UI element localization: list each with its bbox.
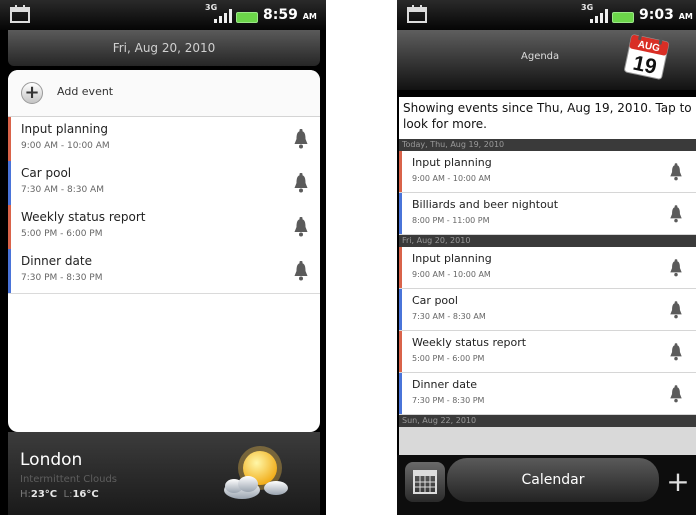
weather-low: 16°C (72, 489, 99, 500)
event-time: 9:00 AM - 10:00 AM (412, 174, 491, 183)
phone-screen-calendar-day: 3G 8:59 AM Fri, Aug 20, 2010 + Add event… (0, 0, 326, 515)
section-header-thu: Today, Thu, Aug 19, 2010 (399, 139, 696, 151)
battery-icon (612, 12, 634, 23)
weather-widget[interactable]: London Intermittent Clouds H:23°C L:16°C (8, 432, 320, 515)
day-event-list: + Add event Input planning 9:00 AM - 10:0… (8, 70, 320, 432)
date-header[interactable]: Fri, Aug 20, 2010 (8, 30, 320, 66)
calendar-notification-icon (10, 5, 30, 23)
event-color-bar (8, 205, 11, 249)
reminder-bell-icon (670, 343, 682, 361)
event-row[interactable]: Input planning 9:00 AM - 10:00 AM (8, 117, 320, 162)
event-title: Car pool (21, 166, 72, 180)
add-event-button[interactable]: + Add event (8, 70, 320, 118)
event-time: 7:30 AM - 8:30 AM (21, 185, 104, 195)
event-color-bar (8, 117, 11, 161)
section-header-sun: Sun, Aug 22, 2010 (399, 415, 696, 427)
status-clock: 9:03 AM (639, 7, 693, 23)
agenda-list: Showing events since Thu, Aug 19, 2010. … (399, 97, 696, 457)
reminder-bell-icon (670, 385, 682, 403)
event-time: 9:00 AM - 10:00 AM (21, 141, 110, 151)
event-time: 9:00 AM - 10:00 AM (412, 270, 491, 279)
event-color-bar (399, 289, 402, 330)
agenda-header: Agenda AUG 19 (397, 30, 696, 90)
reminder-bell-icon (294, 173, 308, 193)
agenda-event-row[interactable]: Input planning 9:00 AM - 10:00 AM (399, 247, 696, 289)
status-bar: 3G 8:59 AM (0, 0, 326, 30)
agenda-event-row[interactable]: Weekly status report 5:00 PM - 6:00 PM (399, 331, 696, 373)
calendar-grid-icon[interactable] (405, 462, 445, 502)
event-time: 7:30 PM - 8:30 PM (21, 273, 103, 283)
partly-sunny-icon (224, 446, 288, 499)
agenda-event-row[interactable]: Billiards and beer nightout 8:00 PM - 11:… (399, 193, 696, 235)
add-event-label: Add event (57, 85, 114, 98)
calendar-view-button[interactable]: Calendar (447, 458, 659, 502)
event-time: 7:30 AM - 8:30 AM (412, 312, 486, 321)
battery-icon (236, 12, 258, 23)
event-color-bar (399, 247, 402, 288)
event-title: Input planning (412, 156, 492, 169)
weather-high: 23°C (30, 489, 58, 500)
section-header-fri: Fri, Aug 20, 2010 (399, 235, 696, 247)
event-color-bar (399, 373, 402, 414)
event-time: 5:00 PM - 6:00 PM (21, 229, 103, 239)
calendar-date-icon: AUG 19 (624, 32, 670, 80)
agenda-event-row[interactable]: Car pool 7:30 AM - 8:30 AM (399, 289, 696, 331)
event-time: 5:00 PM - 6:00 PM (412, 354, 485, 363)
event-title: Weekly status report (21, 210, 146, 224)
agenda-title: Agenda (521, 51, 560, 62)
agenda-event-row[interactable]: Dinner date 7:30 PM - 8:30 PM (399, 373, 696, 415)
event-time: 8:00 PM - 11:00 PM (412, 216, 490, 225)
signal-strength-icon (214, 9, 232, 23)
status-clock: 8:59 AM (263, 7, 317, 23)
reminder-bell-icon (294, 217, 308, 237)
event-title: Input planning (21, 122, 108, 136)
event-color-bar (399, 331, 402, 372)
plus-icon: + (21, 82, 43, 104)
event-color-bar (399, 151, 402, 192)
agenda-info-message[interactable]: Showing events since Thu, Aug 19, 2010. … (399, 97, 696, 139)
event-row[interactable]: Dinner date 7:30 PM - 8:30 PM (8, 249, 320, 294)
event-row[interactable]: Car pool 7:30 AM - 8:30 AM (8, 161, 320, 206)
phone-screen-agenda: 3G 9:03 AM Agenda AUG 19 Showing events … (397, 0, 696, 515)
calendar-bottom-bar: Calendar + (397, 455, 696, 515)
event-title: Billiards and beer nightout (412, 198, 559, 211)
signal-strength-icon (590, 9, 608, 23)
plus-icon[interactable]: + (661, 465, 695, 499)
event-color-bar (8, 161, 11, 205)
reminder-bell-icon (670, 205, 682, 223)
event-title: Weekly status report (412, 336, 527, 349)
reminder-bell-icon (670, 259, 682, 277)
event-row[interactable]: Weekly status report 5:00 PM - 6:00 PM (8, 205, 320, 250)
event-title: Input planning (412, 252, 492, 265)
weather-temperatures: H:23°C L:16°C (20, 489, 99, 500)
agenda-info-text: Showing events since Thu, Aug 19, 2010. … (403, 101, 692, 131)
status-bar: 3G 9:03 AM (397, 0, 696, 30)
event-title: Car pool (412, 294, 458, 307)
event-time: 7:30 PM - 8:30 PM (412, 396, 485, 405)
agenda-event-row[interactable]: Input planning 9:00 AM - 10:00 AM (399, 151, 696, 193)
calendar-notification-icon (407, 5, 427, 23)
event-color-bar (8, 249, 11, 293)
reminder-bell-icon (294, 129, 308, 149)
event-title: Dinner date (21, 254, 92, 268)
event-title: Dinner date (412, 378, 478, 391)
reminder-bell-icon (670, 163, 682, 181)
weather-city: London (20, 450, 83, 470)
calendar-icon-day: 19 (631, 52, 659, 79)
event-color-bar (399, 193, 402, 234)
weather-condition: Intermittent Clouds (20, 474, 118, 485)
reminder-bell-icon (294, 261, 308, 281)
reminder-bell-icon (670, 301, 682, 319)
